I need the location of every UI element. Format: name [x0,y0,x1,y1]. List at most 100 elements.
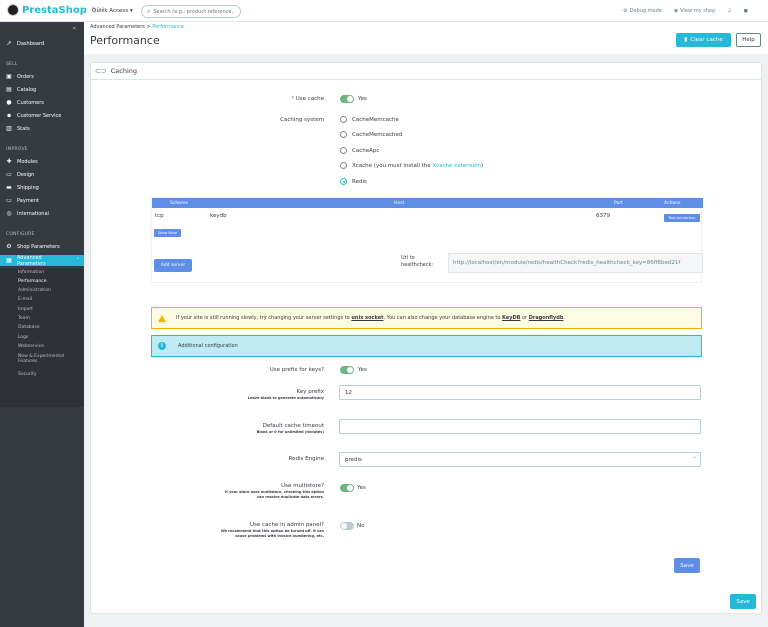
sidebar-item-advanced-parameters[interactable]: ▦ Advanced Parameters ˄ [0,255,84,267]
redis-engine-value: predis [345,457,362,463]
admin-cache-toggle[interactable] [340,522,354,530]
radio-cachememcached[interactable]: CacheMemcached [340,131,402,138]
test-connection-button[interactable]: Test connection [664,214,700,222]
radio-circle [340,131,347,138]
col-host: Host [394,201,405,206]
cell-scheme: tcp [155,213,164,219]
xcache-extension-link[interactable]: Xcache extension [432,163,481,169]
save-button[interactable]: Save [730,594,756,609]
help-button[interactable]: Help [736,33,761,47]
admin-cache-value: No [357,523,365,529]
sidebar-item-shipping[interactable]: ▬ Shipping [0,183,84,193]
settings-applications-icon: ▦ [6,256,12,264]
search-box[interactable]: ⌕ [141,5,241,18]
sidebar-item-stats[interactable]: ▥ Stats [0,124,84,134]
submenu-webservice[interactable]: Webservice [18,344,44,349]
sidebar-item-shop-parameters[interactable]: ⚙ Shop Parameters [0,242,84,252]
sidebar-item-orders[interactable]: ▣ Orders [0,72,84,82]
admin-cache-hint: We recommend that this option be turned … [220,529,324,538]
info-icon: i [158,342,166,350]
add-server-button[interactable]: Add server [154,259,192,272]
search-icon: ⌕ [147,7,151,15]
use-cache-label: * Use cache [291,96,324,102]
breadcrumb-parent[interactable]: Advanced Parameters [90,24,145,30]
debug-mode-link[interactable]: ⚙ Debug mode [623,8,662,14]
prefix-keys-toggle[interactable] [340,366,354,374]
panel-header: ⊂⊃ Caching [91,63,761,80]
store-icon: ▤ [6,86,12,93]
cache-timeout-label: Default cache timeout [262,423,324,429]
radio-cachememcache[interactable]: CacheMemcache [340,116,399,123]
sidebar-item-customers[interactable]: ● Customers [0,98,84,108]
unix-socket-link[interactable]: unix socket [351,315,383,321]
multistore-toggle[interactable] [340,484,354,492]
collapse-sidebar-icon[interactable]: « [72,25,76,32]
sidebar-item-modules[interactable]: ✚ Modules [0,157,84,167]
section-configure: CONFIGURE [6,232,35,237]
notifications-button[interactable]: ♫ [727,8,731,14]
prestashop-logo-icon [7,4,19,16]
bar-chart-icon: ▥ [6,125,12,132]
redis-engine-select[interactable]: predis ˅ [339,452,701,467]
cache-timeout-hint: Blank or 0 for unlimited (minutes) [256,430,324,434]
info-alert: i Additional configuration [151,335,702,357]
submenu-email[interactable]: E-mail [18,297,32,302]
sidebar-item-dashboard[interactable]: ↗ Dashboard [0,39,84,49]
logo[interactable]: PrestaShop 8.0.1 [7,4,105,16]
breadcrumb-current: Performance [152,24,184,30]
cell-port: 6379 [596,213,610,219]
sidebar-item-payment[interactable]: ▭ Payment [0,196,84,206]
radio-redis[interactable]: Redis [340,178,367,185]
submenu-database[interactable]: Database [18,325,39,330]
col-actions: Actions [664,201,681,206]
radio-xcache[interactable]: Xcache (you must install the Xcache exte… [340,162,483,169]
sidebar: « ↗ Dashboard SELL ▣ Orders ▤ Catalog ● Cust… [0,22,84,627]
use-cache-value: Yes [358,96,367,102]
save-config-button[interactable]: Save [674,558,700,573]
prefix-keys-label: Use prefix for keys? [269,367,324,373]
breadcrumb: Advanced Parameters > Performance [90,24,184,30]
keydb-link[interactable]: KeyDB [502,315,520,321]
use-cache-toggle[interactable] [340,95,354,103]
sidebar-item-catalog[interactable]: ▤ Catalog [0,85,84,95]
multistore-value: Yes [357,485,366,491]
sidebar-item-customer-service[interactable]: ▪ Customer Service [0,111,84,121]
submenu-logs[interactable]: Logs [18,335,28,340]
show-more-button[interactable]: Show More [154,229,181,237]
top-actions: ⚙ Debug mode ◉ View my shop ♫ ● [623,8,748,14]
clear-cache-button[interactable]: ▮ Clear cache [676,33,731,47]
healthcheck-url-field[interactable]: http://localhost/en/module/redis/healthC… [448,253,703,273]
submenu-new-experimental[interactable]: New & Experimental Features [18,354,64,364]
view-shop-link[interactable]: ◉ View my shop [674,8,715,14]
key-prefix-hint: Leave blank to generate automatically [247,396,324,400]
submenu-performance[interactable]: Performance [18,279,47,284]
key-prefix-input[interactable] [339,385,701,400]
submenu-information[interactable]: Information [18,270,44,275]
dragonflydb-link[interactable]: Dragonflydb [529,315,564,321]
cell-host: keydb [210,213,227,219]
col-scheme: Scheme [170,201,189,206]
bug-icon: ⚙ [623,8,628,14]
search-input[interactable] [153,8,234,15]
sidebar-item-design[interactable]: ▭ Design [0,170,84,180]
submenu-import[interactable]: Import [18,307,33,312]
puzzle-icon: ✚ [6,158,12,165]
warning-icon [158,314,166,322]
profile-button[interactable]: ● [744,8,748,14]
section-improve: IMPROVE [6,147,28,152]
submenu-team[interactable]: Team [18,316,30,321]
redis-engine-label: Redis Engine [288,456,324,462]
globe-icon: ◎ [6,210,12,217]
top-bar: PrestaShop 8.0.1 Quick Access ▾ ⌕ ⚙Debug… [0,0,768,22]
submenu-security[interactable]: Security [18,372,36,377]
cache-timeout-input[interactable] [339,419,701,434]
quick-access-dropdown[interactable]: Quick Access ▾ [92,8,133,14]
submenu-administration[interactable]: Administration [18,288,51,293]
page-header: Advanced Parameters > Performance Perfor… [84,22,768,54]
sidebar-item-international[interactable]: ◎ International [0,209,84,219]
table-header: Scheme Host Port Actions [152,198,703,208]
section-sell: SELL [6,62,18,67]
settings-icon: ⚙ [6,243,12,250]
radio-cacheapc[interactable]: CacheApc [340,147,379,154]
page-title: Performance [90,34,160,47]
